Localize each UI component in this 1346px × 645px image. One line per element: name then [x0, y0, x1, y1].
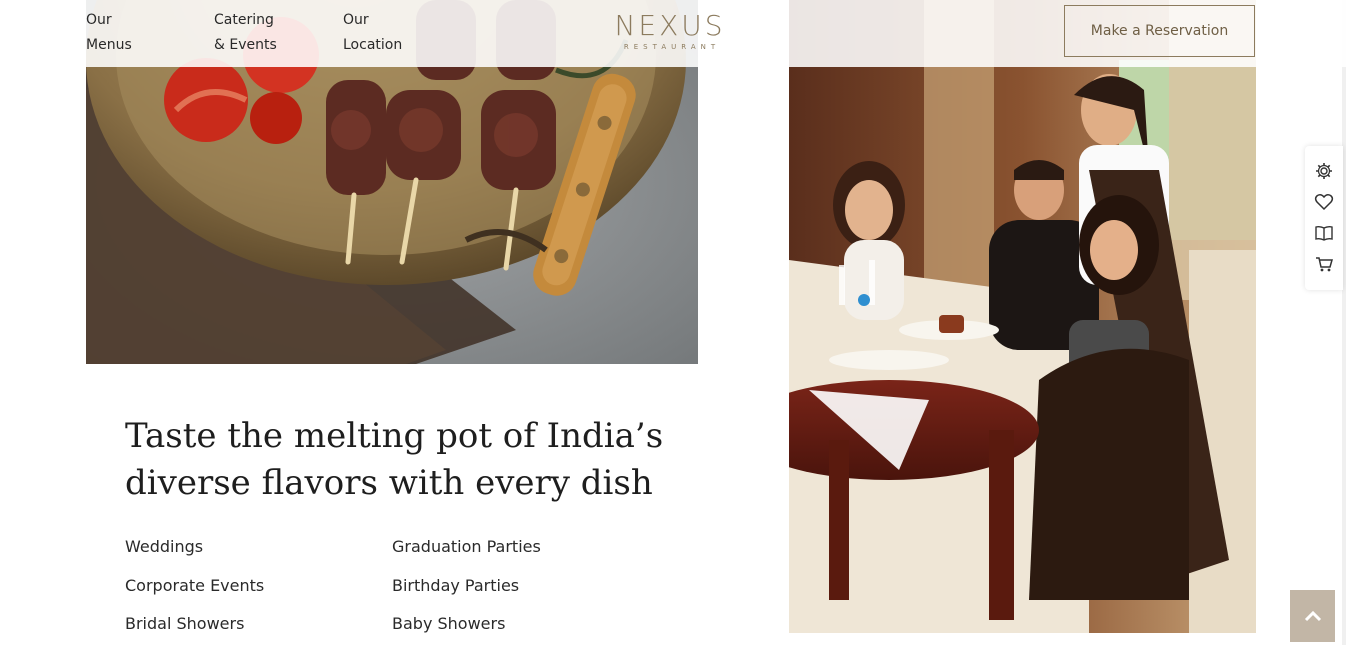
section-headline: Taste the melting pot of India’s diverse… [125, 413, 685, 507]
page-scrollbar[interactable] [1342, 0, 1346, 645]
nav-our-menus[interactable]: Our Menus [86, 8, 132, 58]
nav-our-location[interactable]: Our Location [343, 8, 402, 58]
nav-our-location-line2: Location [343, 37, 403, 53]
event-item: Graduation Parties [392, 537, 541, 556]
event-item: Corporate Events [125, 576, 265, 595]
headline-line-2: diverse flavors with every dish [125, 463, 653, 503]
logo-subtitle: RESTAURANT [623, 43, 721, 51]
nav-our-location-line1: Our [343, 12, 369, 28]
event-item: Weddings [125, 537, 204, 556]
settings-icon[interactable] [1314, 161, 1334, 181]
restaurant-dining-image [789, 0, 1256, 633]
site-logo[interactable]: NEXUS RESTAURANT [612, 10, 728, 52]
make-reservation-button[interactable]: Make a Reservation [1064, 5, 1255, 57]
book-icon[interactable] [1314, 223, 1334, 243]
nav-catering-events[interactable]: Catering & Events [214, 8, 277, 58]
cart-icon[interactable] [1314, 254, 1334, 274]
event-item: Baby Showers [392, 614, 506, 633]
heart-icon[interactable] [1314, 192, 1334, 212]
headline-line-1: Taste the melting pot of India’s [125, 416, 664, 456]
back-to-top-button[interactable] [1290, 590, 1335, 642]
nav-our-menus-line2: Menus [86, 37, 132, 53]
logo-wordmark: NEXUS [614, 9, 726, 42]
nav-catering-line1: Catering [214, 12, 274, 28]
arrow-up-icon [1304, 607, 1322, 626]
side-toolbar [1305, 146, 1343, 290]
nav-catering-line2: & Events [214, 37, 277, 53]
event-item: Birthday Parties [392, 576, 520, 595]
event-item: Bridal Showers [125, 614, 245, 633]
site-header: Our Menus Catering & Events Our Location… [0, 0, 1346, 67]
nav-our-menus-line1: Our [86, 12, 112, 28]
